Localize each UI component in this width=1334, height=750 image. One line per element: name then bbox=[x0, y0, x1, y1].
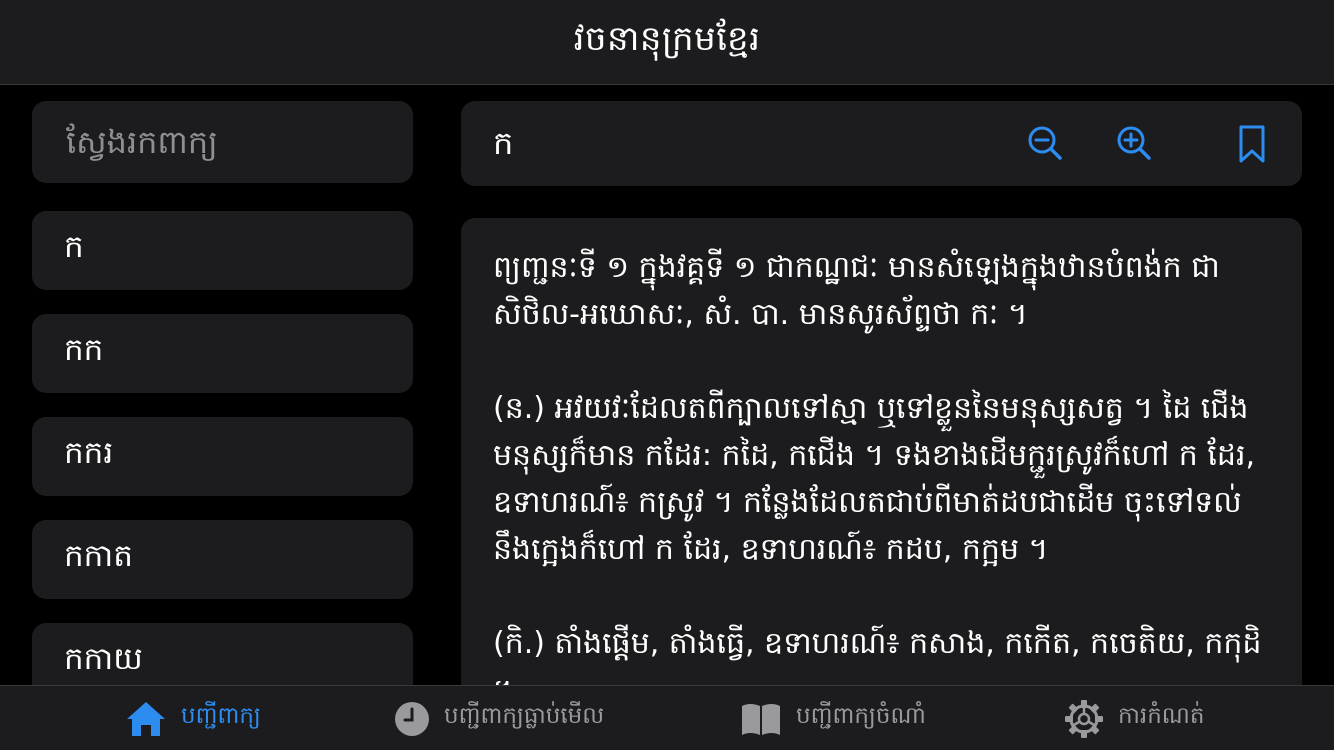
bookmark-icon bbox=[1239, 125, 1265, 163]
book-icon bbox=[742, 703, 780, 735]
app-title: វចនានុក្រមខ្មែរ bbox=[573, 19, 761, 59]
tab-label: បញ្ជីពាក្យធ្លាប់មើល bbox=[444, 703, 605, 729]
tab-settings[interactable]: ការកំណត់ bbox=[1064, 686, 1204, 750]
tab-label: ការកំណត់ bbox=[1118, 703, 1205, 729]
list-item-label: ក bbox=[64, 229, 84, 265]
zoom-in-button[interactable] bbox=[1114, 122, 1154, 166]
tab-label: បញ្ជីពាក្យ bbox=[181, 703, 261, 729]
list-item[interactable]: កករ bbox=[32, 417, 413, 496]
definition-paragraph: ព្យញ្ជនៈទី ១ ក្នុងវគ្គទី ១ ជាកណ្ឋជៈ មានស… bbox=[493, 250, 1220, 332]
word-list: ក កក កករ កកាត កកាយ bbox=[32, 211, 413, 685]
clock-icon bbox=[395, 701, 429, 736]
definition-paragraph: (ន.) អវយវៈដែលតពីក្បាលទៅស្មា ឬទៅខ្លួននៃមន… bbox=[493, 391, 1265, 567]
tab-history[interactable]: បញ្ជីពាក្យធ្លាប់មើល bbox=[394, 686, 604, 750]
zoom-in-icon bbox=[1117, 126, 1151, 160]
zoom-out-icon bbox=[1028, 126, 1062, 160]
gear-icon bbox=[1065, 699, 1103, 738]
search-input[interactable] bbox=[64, 122, 398, 162]
list-item-label: កកាយ bbox=[64, 641, 143, 677]
list-item[interactable]: ក bbox=[32, 211, 413, 290]
list-item-label: កករ bbox=[64, 435, 114, 471]
home-icon bbox=[127, 701, 165, 736]
tab-bar: បញ្ជីពាក្យ បញ្ជីពាក្យធ្លាប់មើល បញ្ជីពាក្… bbox=[0, 685, 1334, 750]
list-item[interactable]: កកាយ bbox=[32, 623, 413, 685]
tab-word-list[interactable]: បញ្ជីពាក្យ bbox=[125, 686, 261, 750]
tab-bookmarks[interactable]: បញ្ជីពាក្យចំណាំ bbox=[740, 686, 926, 750]
list-item-label: កកាត bbox=[64, 538, 133, 574]
current-word: ក bbox=[493, 124, 514, 162]
zoom-out-button[interactable] bbox=[1025, 122, 1065, 166]
list-item[interactable]: កក bbox=[32, 314, 413, 393]
dictionary-app: វចនានុក្រមខ្មែរ ក កក កករ កកាត កកាយ ក bbox=[0, 0, 1334, 750]
header-bar: វចនានុក្រមខ្មែរ bbox=[0, 0, 1334, 85]
list-item[interactable]: កកាត bbox=[32, 520, 413, 599]
definition-panel: ព្យញ្ជនៈទី ១ ក្នុងវគ្គទី ១ ជាកណ្ឋជៈ មានស… bbox=[461, 218, 1302, 718]
bookmark-button[interactable] bbox=[1232, 122, 1272, 166]
tab-label: បញ្ជីពាក្យចំណាំ bbox=[796, 703, 926, 729]
list-item-label: កក bbox=[64, 332, 104, 368]
word-toolbar: ក bbox=[461, 101, 1302, 186]
search-box[interactable] bbox=[32, 101, 413, 183]
